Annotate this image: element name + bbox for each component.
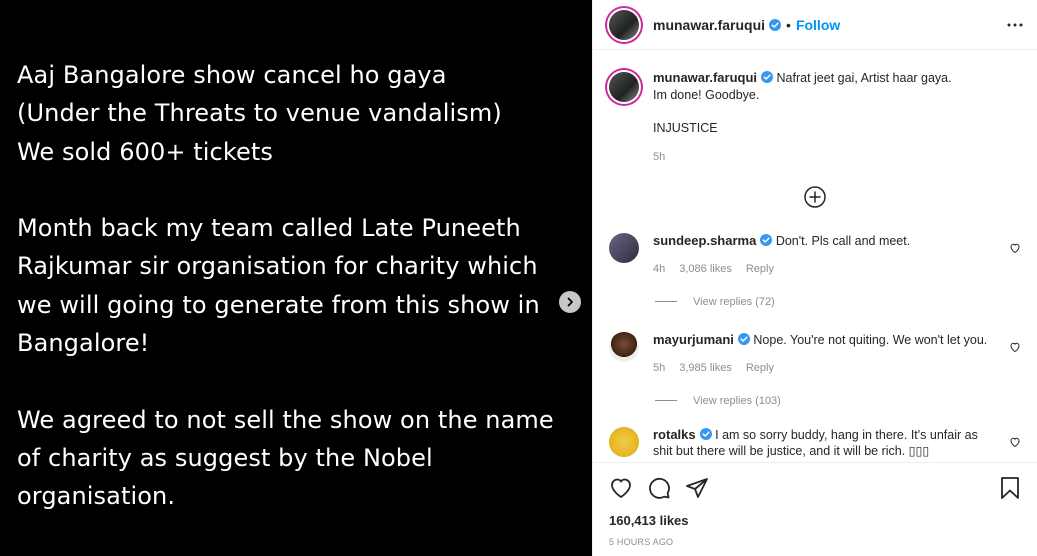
follow-button[interactable]: Follow (796, 17, 840, 33)
ellipsis-icon (1007, 23, 1023, 26)
view-replies-button[interactable]: View replies (103) (655, 395, 1021, 407)
verified-badge-icon (737, 332, 750, 345)
heart-icon (611, 478, 631, 498)
verified-badge-icon (699, 427, 712, 440)
comment-likes[interactable]: 3,086 likes (679, 261, 732, 278)
comment-time[interactable]: 5h (653, 360, 665, 377)
post-media: Aaj Bangalore show cancel ho gaya (Under… (0, 0, 592, 556)
chevron-right-icon (567, 297, 573, 307)
plus-circle-icon (804, 185, 826, 208)
avatar[interactable] (609, 72, 639, 102)
paper-plane-icon (686, 478, 708, 498)
heart-icon (1010, 243, 1020, 253)
load-more-comments-button[interactable] (609, 185, 1021, 208)
view-replies-label: View replies (103) (693, 394, 781, 407)
separator-dot: • (786, 16, 791, 33)
reply-button[interactable]: Reply (746, 360, 774, 377)
divider (655, 400, 677, 401)
header-username[interactable]: munawar.faruqui (653, 17, 765, 33)
media-paragraph: We agreed to not sell the show on the na… (17, 405, 554, 511)
comment-username[interactable]: rotalks (653, 427, 696, 442)
save-button[interactable] (999, 476, 1021, 500)
reply-button[interactable]: Reply (746, 261, 774, 278)
comment-likes[interactable]: 3,985 likes (679, 360, 732, 377)
caption: munawar.faruqui Nafrat jeet gai, Artist … (609, 50, 1021, 166)
media-paragraph: Month back my team called Late Puneeth R… (17, 214, 540, 358)
verified-badge-icon (760, 233, 773, 246)
next-slide-button[interactable] (559, 291, 581, 313)
like-comment-button[interactable] (1009, 435, 1021, 453)
divider (655, 301, 677, 302)
verified-badge-icon (769, 18, 782, 31)
post-timestamp[interactable]: 5 HOURS AGO (609, 537, 1021, 547)
post-side-panel: munawar.faruqui • Follow munawar.faruqui… (592, 0, 1037, 556)
post-image-text: Aaj Bangalore show cancel ho gaya (Under… (17, 56, 577, 554)
view-replies-button[interactable]: View replies (72) (655, 296, 1021, 308)
post-actions: 160,413 likes 5 HOURS AGO (593, 462, 1037, 556)
avatar[interactable] (609, 331, 639, 362)
comment-time[interactable]: 4h (653, 261, 665, 278)
avatar[interactable] (609, 426, 639, 457)
like-count[interactable]: 160,413 likes (609, 513, 1021, 528)
comment-item: rotalks I am so sorry buddy, hang in the… (609, 426, 1021, 460)
heart-icon (1010, 437, 1020, 447)
view-replies-label: View replies (72) (693, 295, 775, 308)
share-button[interactable] (685, 476, 709, 500)
comment-username[interactable]: sundeep.sharma (653, 233, 756, 248)
like-comment-button[interactable] (1009, 340, 1021, 358)
like-button[interactable] (609, 476, 633, 500)
comment-username[interactable]: mayurjumani (653, 332, 734, 347)
caption-username[interactable]: munawar.faruqui (653, 70, 757, 85)
post-header: munawar.faruqui • Follow (593, 0, 1037, 50)
bookmark-icon (1001, 477, 1019, 499)
caption-time[interactable]: 5h (653, 149, 665, 166)
comment-text: Nope. You're not quiting. We won't let y… (753, 332, 988, 347)
avatar[interactable] (609, 9, 639, 40)
comment-item: sundeep.sharma Don't. Pls call and meet.… (609, 232, 1021, 278)
comment-item: mayurjumani Nope. You're not quiting. We… (609, 331, 1021, 377)
media-paragraph: Aaj Bangalore show cancel ho gaya (Under… (17, 61, 502, 166)
comment-bubble-icon (649, 477, 670, 499)
comments-section[interactable]: munawar.faruqui Nafrat jeet gai, Artist … (593, 50, 1037, 462)
heart-icon (1010, 342, 1020, 352)
verified-badge-icon (761, 71, 774, 83)
like-comment-button[interactable] (1009, 241, 1021, 259)
comment-button[interactable] (647, 476, 671, 500)
more-options-button[interactable] (1007, 23, 1023, 27)
avatar[interactable] (609, 232, 639, 263)
comment-text: Don't. Pls call and meet. (775, 233, 911, 248)
